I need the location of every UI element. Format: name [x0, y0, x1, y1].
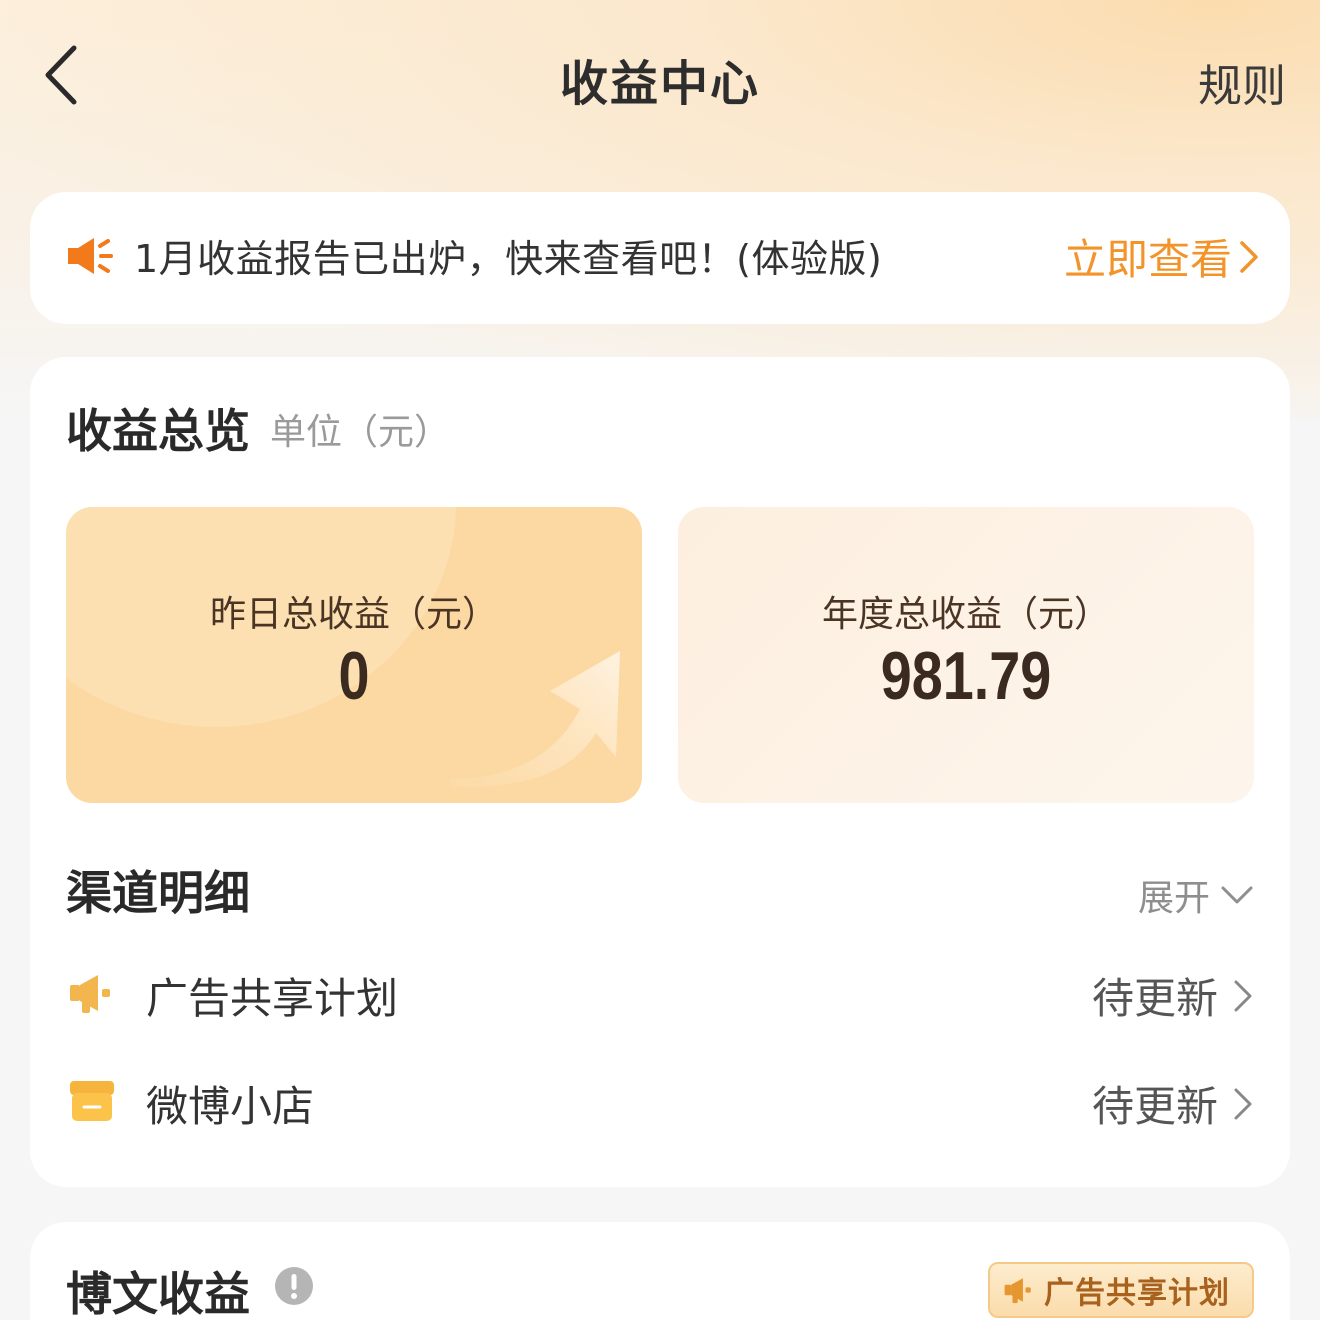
channel-row-weibo-shop[interactable]: 微博小店 待更新 [66, 1065, 1254, 1135]
post-income-card: 博文收益 广告共享计划 [30, 1222, 1290, 1320]
view-now-link[interactable]: 立即查看 [1064, 226, 1260, 287]
yesterday-income-value: 0 [338, 638, 370, 714]
channel-status-label: 待更新 [1091, 974, 1218, 1023]
ad-sharing-badge[interactable]: 广告共享计划 [988, 1262, 1254, 1318]
megaphone-icon [70, 975, 110, 1013]
annual-income-label: 年度总收益（元） [821, 594, 1110, 635]
rules-link[interactable]: 规则 [1198, 50, 1286, 114]
shop-icon [70, 1081, 114, 1121]
top-nav-bar: 收益中心 规则 [0, 0, 1320, 160]
expand-button[interactable]: 展开 [1138, 869, 1254, 921]
yesterday-income-box[interactable]: 昨日总收益（元） 0 [66, 507, 642, 803]
expand-label: 展开 [1137, 878, 1210, 919]
annual-income-value: 981.79 [880, 638, 1052, 714]
chevron-right-icon [1240, 240, 1258, 273]
unit-label: 单位（元） [270, 412, 451, 453]
chevron-right-icon [1234, 1088, 1252, 1119]
income-overview-card: 收益总览 单位（元） 昨日总收益（元） 0 年度总收益（元） 981.79 渠道… [30, 357, 1290, 1187]
info-icon[interactable] [274, 1266, 314, 1306]
page-title: 收益中心 [559, 56, 760, 112]
view-now-label: 立即查看 [1063, 235, 1232, 284]
notice-text: 1月收益报告已出炉，快来查看吧！(体验版) [134, 237, 883, 281]
yesterday-income-label: 昨日总收益（元） [209, 594, 498, 635]
post-income-title: 博文收益 [66, 1267, 250, 1320]
ad-badge-label: 广告共享计划 [1044, 1276, 1230, 1311]
channel-row-ad-sharing[interactable]: 广告共享计划 待更新 [66, 957, 1254, 1027]
income-report-notice[interactable]: 1月收益报告已出炉，快来查看吧！(体验版) 立即查看 [30, 192, 1290, 324]
channel-status: 待更新 [1092, 965, 1254, 1026]
speaker-icon [68, 238, 113, 274]
chevron-right-icon [1234, 980, 1252, 1011]
channel-detail-title: 渠道明细 [66, 866, 250, 920]
channel-name: 广告共享计划 [146, 974, 399, 1023]
annual-income-box[interactable]: 年度总收益（元） 981.79 [678, 507, 1254, 803]
channel-status-label: 待更新 [1091, 1082, 1218, 1131]
megaphone-icon [1004, 1278, 1031, 1304]
overview-title: 收益总览 [66, 404, 250, 458]
channel-status: 待更新 [1092, 1073, 1254, 1134]
channel-name: 微博小店 [146, 1082, 315, 1131]
chevron-down-icon [1221, 886, 1253, 904]
